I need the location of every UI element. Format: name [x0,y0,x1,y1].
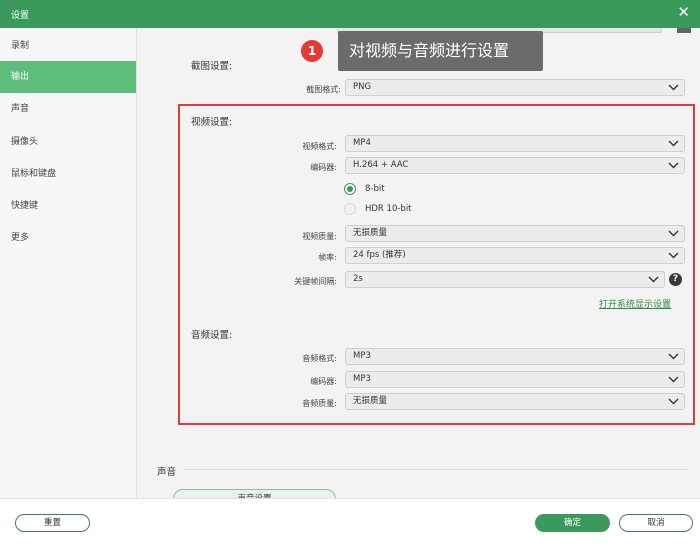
video-encoder-value: H.264 + AAC [353,160,409,170]
sidebar-item-mouse-keyboard[interactable]: 鼠标和键盘 [0,158,136,190]
video-section-title: 视频设置: [191,117,233,128]
audio-encoder-select[interactable]: MP3 [345,371,685,388]
sidebar-item-more[interactable]: 更多 [0,222,136,254]
sound-section-title: 声音 [157,467,177,478]
title-bar: 设置 ✕ [0,0,700,28]
audio-quality-value: 无损质量 [353,396,388,406]
framerate-label: 帧率: [318,253,337,262]
chevron-down-icon [668,227,679,240]
audio-format-value: MP3 [353,351,371,361]
chevron-down-icon [668,159,679,172]
audio-encoder-label: 编码器: [310,377,337,386]
screenshot-format-value: PNG [353,82,372,92]
ok-button[interactable]: 确定 [535,514,610,532]
video-quality-select[interactable]: 无损质量 [345,225,685,242]
video-encoder-label: 编码器: [310,163,337,172]
chevron-down-icon [668,249,679,262]
video-format-select[interactable]: MP4 [345,135,685,152]
screenshot-section-title: 截图设置: [191,61,233,72]
audio-format-label: 音频格式: [302,354,337,363]
radio-8bit[interactable] [344,183,356,195]
radio-8bit-label: 8-bit [365,184,385,194]
cancel-button[interactable]: 取消 [619,514,693,532]
chevron-down-icon [668,137,679,150]
footer: 重置 确定 取消 [0,498,700,546]
framerate-select[interactable]: 24 fps (推荐) [345,247,685,264]
sound-settings-button[interactable]: 声音设置 [173,489,336,498]
audio-quality-select[interactable]: 无损质量 [345,393,685,410]
chevron-down-icon [668,395,679,408]
reset-button[interactable]: 重置 [15,514,90,532]
keyframe-interval-value: 2s [353,274,363,284]
chevron-down-icon [668,373,679,386]
radio-hdr-10bit[interactable] [344,203,356,215]
keyframe-interval-label: 关键帧间隔: [294,277,337,286]
chevron-down-icon [668,81,679,94]
sidebar-item-record[interactable]: 录制 [0,30,136,62]
sidebar-item-camera[interactable]: 摄像头 [0,126,136,158]
sidebar-item-sound[interactable]: 声音 [0,93,136,125]
sidebar: 录制 输出 声音 摄像头 鼠标和键盘 快捷键 更多 [0,28,137,498]
video-format-label: 视频格式: [302,142,337,151]
scroll-thumb[interactable] [677,28,691,33]
section-divider [185,469,689,470]
audio-quality-label: 音频质量: [302,399,337,408]
screenshot-format-label: 截图格式: [306,85,341,94]
radio-hdr-10bit-label: HDR 10-bit [365,204,412,214]
sidebar-item-output[interactable]: 输出 [0,61,136,93]
audio-section-title: 音频设置: [191,330,233,341]
close-icon[interactable]: ✕ [677,5,690,20]
video-quality-value: 无损质量 [353,228,388,238]
settings-content: 截图设置: 截图格式: PNG 视频设置: 视频格式: MP4 编码器: H.2… [137,28,700,498]
help-icon[interactable]: ? [669,273,682,286]
annotation-callout: 对视频与音频进行设置 [338,31,543,71]
audio-format-select[interactable]: MP3 [345,348,685,365]
open-display-settings-link[interactable]: 打开系统显示设置 [599,297,671,310]
video-encoder-select[interactable]: H.264 + AAC [345,157,685,174]
framerate-value: 24 fps (推荐) [353,250,406,260]
screenshot-format-select[interactable]: PNG [345,79,685,96]
chevron-down-icon [648,273,659,286]
chevron-down-icon [668,350,679,363]
keyframe-interval-select[interactable]: 2s [345,271,665,288]
window-title: 设置 [11,11,30,21]
video-quality-label: 视频质量: [302,232,337,241]
step-number-badge: 1 [301,40,323,62]
audio-encoder-value: MP3 [353,374,371,384]
video-format-value: MP4 [353,138,371,148]
sidebar-item-hotkeys[interactable]: 快捷键 [0,190,136,222]
